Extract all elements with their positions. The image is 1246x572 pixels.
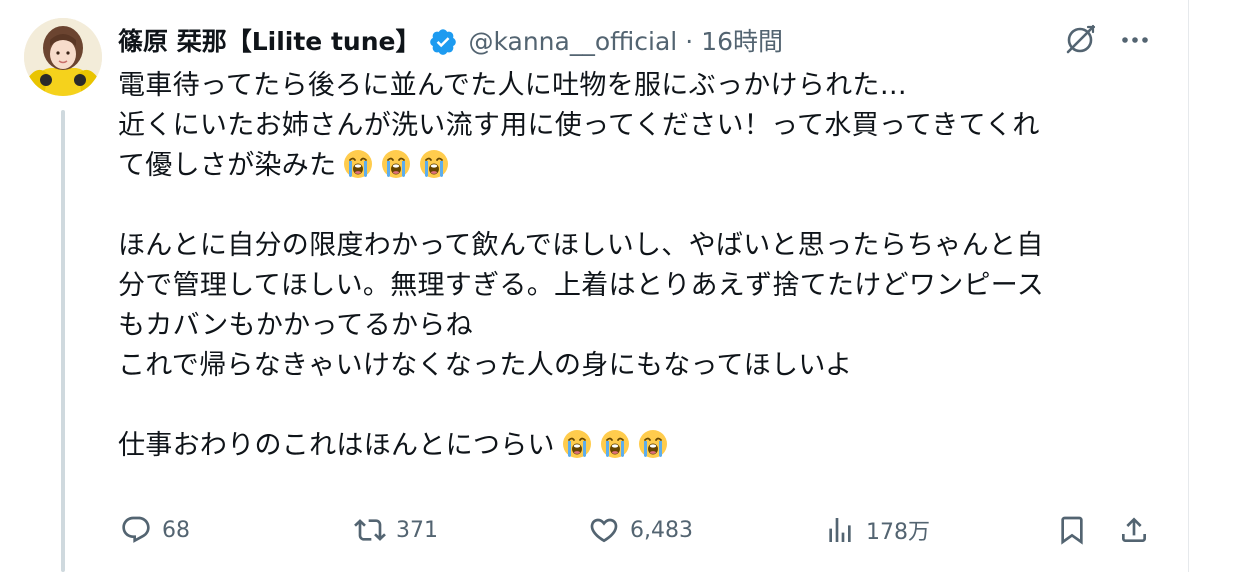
tweet-text-line: もカバンもかかってるからね <box>118 310 473 341</box>
views-icon <box>829 518 851 542</box>
timestamp[interactable]: 16時間 <box>701 20 783 64</box>
loudly-crying-face-emoji <box>418 148 450 180</box>
reply-button[interactable]: 68 <box>120 508 190 552</box>
tweet-text-line: 近くにいたお姉さんが洗い流す用に使ってください！って水買ってきてくれ <box>118 110 1040 141</box>
thread-line <box>61 110 65 572</box>
loudly-crying-face-emoji <box>561 428 593 460</box>
like-count: 6,483 <box>630 517 693 543</box>
like-button[interactable]: 6,483 <box>588 508 693 552</box>
tweet-page: 篠原 栞那【Lilite tune】 @kanna__official · 16… <box>0 0 1246 572</box>
avatar-image <box>24 18 102 96</box>
tweet-text-segment: て優しさが染みた <box>118 150 337 181</box>
tweet-text-line: 分で管理してほしい。無理すぎる。上着はとりあえず捨てたけどワンピース <box>118 270 1045 301</box>
tweet-text-line: これで帰らなきゃいけなくなった人の身にもなってほしいよ <box>118 350 853 381</box>
verified-badge-icon[interactable] <box>428 27 458 57</box>
tweet-header: 篠原 栞那【Lilite tune】 @kanna__official · 16… <box>118 20 783 64</box>
bookmark-icon <box>1061 516 1083 545</box>
more-icon[interactable] <box>1118 30 1152 50</box>
tweet-text-line-with-emoji: 仕事おわりのこれはほんとにつらい <box>118 426 1178 466</box>
loudly-crying-face-emoji <box>599 428 631 460</box>
handle[interactable]: @kanna__official <box>468 20 677 64</box>
separator-dot: · <box>685 27 694 56</box>
tweet-body: 電車待ってたら後ろに並んでた人に吐物を服にぶっかけられた… 近くにいたお姉さんが… <box>118 66 1178 466</box>
reply-count: 68 <box>162 517 190 543</box>
retweet-button[interactable]: 371 <box>354 508 438 552</box>
avatar[interactable] <box>24 18 102 96</box>
loudly-crying-face-emoji <box>637 428 669 460</box>
action-bar: 68 371 6,483 178万 <box>118 508 1158 552</box>
heart-icon <box>590 518 618 543</box>
column-border <box>1188 0 1189 572</box>
views-count: 178万 <box>866 520 930 545</box>
share-icon <box>1122 517 1146 542</box>
display-name[interactable]: 篠原 栞那【Lilite tune】 <box>118 20 420 64</box>
tweet-text-line: 電車待ってたら後ろに並んでた人に吐物を服にぶっかけられた… <box>118 70 907 101</box>
loudly-crying-face-emoji <box>342 148 374 180</box>
bookmark-button[interactable] <box>1056 508 1098 552</box>
tweet-text-line-with-emoji: て優しさが染みた <box>118 146 1178 186</box>
reply-icon <box>122 516 150 543</box>
loudly-crying-face-emoji <box>380 148 412 180</box>
tweet-text-line: ほんとに自分の限度わかって飲んでほしいし、やばいと思ったらちゃんと自 <box>118 230 1044 261</box>
retweet-count: 371 <box>396 517 438 543</box>
tweet-text-segment: 仕事おわりのこれはほんとにつらい <box>118 430 555 461</box>
share-button[interactable] <box>1118 508 1160 552</box>
grok-icon[interactable] <box>1062 22 1098 58</box>
views-button[interactable]: 178万 <box>824 508 930 552</box>
retweet-icon <box>354 519 386 541</box>
